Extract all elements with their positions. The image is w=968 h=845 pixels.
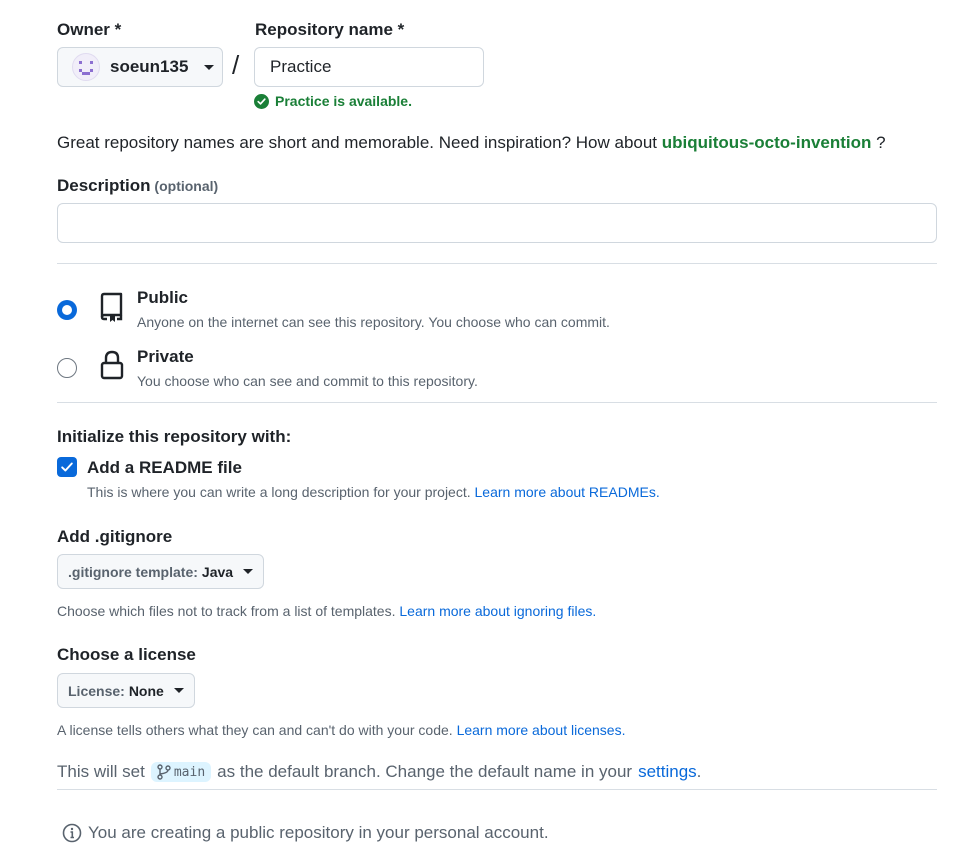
owner-select[interactable]: soeun135 bbox=[57, 47, 223, 87]
init-heading: Initialize this repository with: bbox=[57, 427, 292, 446]
description-input[interactable] bbox=[57, 203, 937, 243]
license-select[interactable]: License: None bbox=[57, 673, 195, 708]
divider bbox=[57, 789, 937, 790]
divider bbox=[57, 263, 937, 264]
divider bbox=[57, 402, 937, 403]
license-heading: Choose a license bbox=[57, 645, 196, 664]
public-description: Anyone on the internet can see this repo… bbox=[137, 314, 610, 330]
check-circle-icon bbox=[254, 93, 269, 109]
visibility-notice: You are creating a public repository in … bbox=[62, 823, 549, 843]
chevron-down-icon bbox=[243, 569, 254, 574]
avatar bbox=[72, 53, 100, 81]
private-title: Private bbox=[137, 347, 194, 366]
repo-name-input[interactable] bbox=[254, 47, 484, 87]
license-learn-more-link[interactable]: Learn more about licenses. bbox=[457, 722, 626, 738]
readme-learn-more-link[interactable]: Learn more about READMEs. bbox=[475, 484, 660, 500]
chevron-down-icon bbox=[204, 64, 215, 70]
git-branch-icon bbox=[157, 764, 171, 780]
chevron-down-icon bbox=[173, 688, 184, 693]
owner-name: soeun135 bbox=[110, 57, 189, 76]
gitignore-learn-more-link[interactable]: Learn more about ignoring files. bbox=[399, 603, 596, 619]
gitignore-help: Choose which files not to track from a l… bbox=[57, 603, 597, 619]
owner-label: Owner * bbox=[57, 20, 122, 39]
private-description: You choose who can see and commit to thi… bbox=[137, 373, 478, 389]
default-branch-line: This will set main as the default branch… bbox=[57, 762, 702, 782]
repo-icon bbox=[99, 291, 125, 326]
suggested-name-link[interactable]: ubiquitous-octo-invention bbox=[662, 133, 872, 152]
info-icon bbox=[62, 823, 82, 843]
readme-label[interactable]: Add a README file bbox=[87, 458, 242, 478]
public-title: Public bbox=[137, 288, 189, 307]
path-separator: / bbox=[232, 50, 240, 80]
checkmark-icon bbox=[61, 462, 73, 472]
gitignore-template-select[interactable]: .gitignore template: Java bbox=[57, 554, 265, 589]
license-help: A license tells others what they can and… bbox=[57, 722, 626, 738]
private-radio[interactable] bbox=[57, 358, 77, 378]
gitignore-heading: Add .gitignore bbox=[57, 527, 173, 546]
branch-pill: main bbox=[150, 762, 212, 782]
lock-icon bbox=[99, 349, 125, 384]
inspiration-line: Great repository names are short and mem… bbox=[57, 133, 886, 152]
description-label: Description (optional) bbox=[57, 176, 219, 195]
settings-link[interactable]: settings bbox=[638, 762, 697, 781]
public-radio[interactable] bbox=[57, 300, 77, 320]
availability-status: Practice is available. bbox=[254, 93, 412, 109]
readme-help: This is where you can write a long descr… bbox=[87, 484, 660, 500]
repo-name-label: Repository name * bbox=[255, 20, 405, 39]
readme-checkbox[interactable] bbox=[57, 457, 77, 477]
